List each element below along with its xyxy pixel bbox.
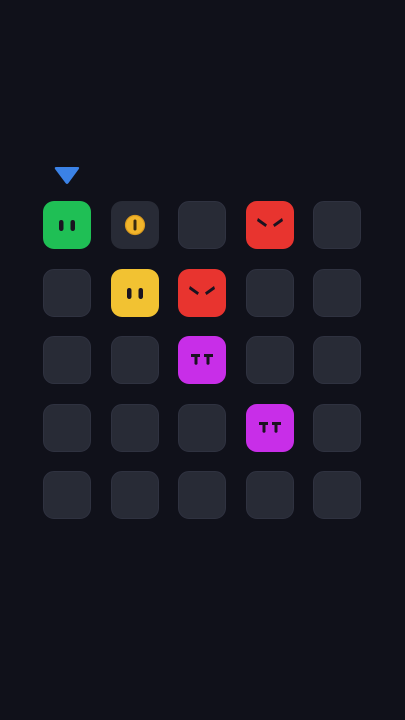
empty-cell-4-1[interactable] bbox=[110, 471, 159, 519]
board-cell-2-2[interactable] bbox=[178, 336, 226, 384]
empty-cell-0-4[interactable] bbox=[313, 201, 361, 249]
empty-cell-4-0[interactable] bbox=[43, 471, 91, 519]
empty-cell-2-4[interactable] bbox=[313, 336, 361, 384]
green-blob-face-icon bbox=[43, 201, 91, 249]
game-board bbox=[43, 201, 363, 521]
empty-cell-0-2[interactable] bbox=[178, 201, 226, 249]
empty-cell-1-3[interactable] bbox=[245, 268, 294, 317]
empty-cell-2-3[interactable] bbox=[245, 336, 294, 384]
empty-cell-1-0[interactable] bbox=[43, 268, 91, 317]
empty-cell-2-0[interactable] bbox=[43, 336, 91, 384]
game-screen bbox=[0, 0, 405, 720]
red-angry-face-icon bbox=[245, 201, 294, 249]
empty-cell-3-0[interactable] bbox=[43, 403, 91, 452]
drop-indicator-icon bbox=[54, 167, 80, 184]
board-cell-0-1[interactable] bbox=[110, 201, 159, 249]
empty-cell-2-1[interactable] bbox=[110, 336, 159, 384]
empty-cell-3-2[interactable] bbox=[178, 403, 226, 452]
empty-cell-4-2[interactable] bbox=[178, 471, 226, 519]
red-angry-face-icon bbox=[178, 268, 226, 317]
board-cell-0-3[interactable] bbox=[245, 201, 294, 249]
empty-cell-3-1[interactable] bbox=[110, 403, 159, 452]
board-cell-0-0[interactable] bbox=[43, 201, 91, 249]
coin-icon bbox=[110, 201, 159, 249]
purple-grumpy-face-icon bbox=[245, 403, 294, 452]
board-cell-1-1[interactable] bbox=[110, 268, 159, 317]
purple-grumpy-face-icon bbox=[178, 336, 226, 384]
empty-cell-4-4[interactable] bbox=[313, 471, 361, 519]
empty-cell-3-4[interactable] bbox=[313, 403, 361, 452]
board-cell-3-3[interactable] bbox=[245, 403, 294, 452]
empty-cell-4-3[interactable] bbox=[245, 471, 294, 519]
empty-cell-1-4[interactable] bbox=[313, 268, 361, 317]
yellow-blob-face-icon bbox=[110, 268, 159, 317]
board-cell-1-2[interactable] bbox=[178, 268, 226, 317]
